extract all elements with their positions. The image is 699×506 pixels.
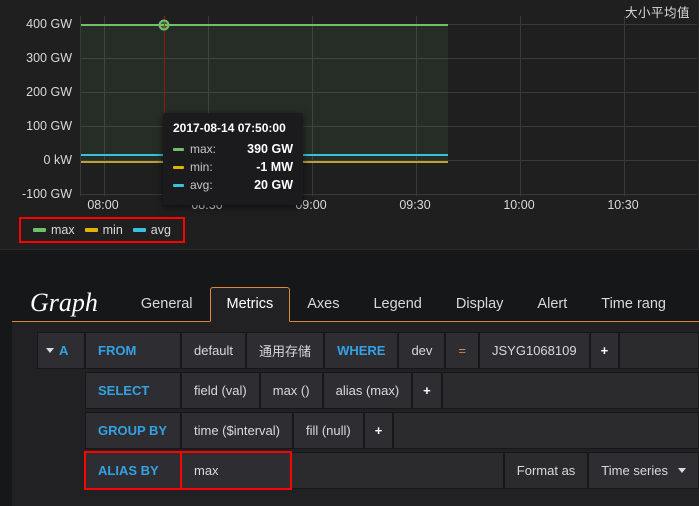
y-tick-label: 200 GW [26, 85, 72, 99]
y-tick-label: 100 GW [26, 119, 72, 133]
alias-row-gutter [37, 452, 85, 489]
groupby-row-gutter [37, 412, 85, 449]
add-groupby-button[interactable]: + [363, 412, 394, 449]
tooltip-series-value: -1 MW [256, 160, 293, 174]
from-row-filler [619, 332, 699, 369]
gridline-vertical [520, 16, 521, 196]
gridline-vertical [624, 16, 625, 196]
query-editor: A FROM default 通用存储 WHERE dev = JSYG1068… [12, 322, 699, 506]
tab-general[interactable]: General [124, 287, 210, 322]
tooltip-row: avg: 20 GW [173, 178, 293, 192]
legend-item-min[interactable]: min [84, 223, 123, 237]
plot-area: 400 GW 300 GW 200 GW 100 GW 0 kW -100 GW [0, 16, 699, 212]
where-value[interactable]: JSYG1068109 [479, 332, 590, 369]
series-color-swatch-icon [173, 165, 184, 169]
where-label: WHERE [324, 332, 399, 369]
query-row-from: A FROM default 通用存储 WHERE dev = JSYG1068… [12, 332, 699, 369]
query-row-groupby: GROUP BY time ($interval) fill (null) + [12, 412, 699, 449]
graph-panel: 大小平均值 400 GW 300 GW 200 GW 100 GW 0 kW -… [0, 0, 699, 250]
alias-row-filler [291, 452, 504, 489]
legend-label: min [102, 223, 123, 237]
series-line-max [81, 24, 448, 26]
y-tick-label: 400 GW [26, 17, 72, 31]
tooltip-timestamp: 2017-08-14 07:50:00 [173, 121, 286, 135]
tooltip-series-label: max: [190, 142, 217, 156]
tab-time-range[interactable]: Time rang [584, 287, 683, 322]
tooltip-row: min: -1 MW [173, 160, 293, 174]
tab-axes[interactable]: Axes [290, 287, 356, 322]
tooltip-series-label: avg: [190, 178, 213, 192]
chart-legend: max min avg [19, 217, 185, 243]
series-color-swatch-icon [33, 228, 46, 232]
legend-item-max[interactable]: max [33, 223, 75, 237]
chevron-down-icon [678, 468, 686, 473]
editor-panel-type-title: Graph [30, 288, 98, 317]
select-field[interactable]: field (val) [181, 372, 260, 409]
tooltip-series-label: min: [190, 160, 213, 174]
y-axis: 400 GW 300 GW 200 GW 100 GW 0 kW -100 GW [0, 16, 78, 201]
series-color-swatch-icon [132, 228, 146, 232]
from-label: FROM [85, 332, 181, 369]
format-as-value: Time series [601, 463, 668, 478]
x-tick-label: 10:00 [503, 198, 535, 212]
x-tick-label: 08:00 [87, 198, 119, 212]
tab-metrics[interactable]: Metrics [209, 287, 291, 322]
where-operator[interactable]: = [445, 332, 480, 369]
query-row-select: SELECT field (val) max () alias (max) + [12, 372, 699, 409]
query-row-alias: ALIAS BY max Format as Time series [12, 451, 699, 490]
from-measurement[interactable]: 通用存储 [246, 332, 325, 369]
legend-label: avg [150, 223, 171, 237]
grafana-panel-editor: 大小平均值 400 GW 300 GW 200 GW 100 GW 0 kW -… [0, 0, 699, 506]
chart-tooltip: 2017-08-14 07:50:00 max: 390 GW min: -1 … [163, 113, 303, 205]
select-function[interactable]: max () [259, 372, 323, 409]
format-as-select[interactable]: Time series [588, 452, 699, 489]
editor-tabs: General Metrics Axes Legend Display Aler… [124, 287, 683, 322]
alias-by-input[interactable]: max [180, 451, 292, 490]
select-alias[interactable]: alias (max) [322, 372, 413, 409]
x-tick-label: 09:30 [399, 198, 431, 212]
hovered-point-marker [158, 19, 170, 31]
series-color-swatch-icon [173, 147, 184, 151]
x-tick-label: 10:30 [607, 198, 639, 212]
groupby-row-filler [393, 412, 699, 449]
groupby-time[interactable]: time ($interval) [181, 412, 293, 449]
format-as-label: Format as [503, 452, 589, 489]
add-where-button[interactable]: + [589, 332, 620, 369]
select-row-filler [441, 372, 699, 409]
alias-by-label: ALIAS BY [84, 451, 182, 490]
select-row-gutter [37, 372, 85, 409]
tooltip-series-value: 20 GW [254, 178, 293, 192]
tab-legend[interactable]: Legend [356, 287, 438, 322]
groupby-label: GROUP BY [85, 412, 181, 449]
add-select-button[interactable]: + [412, 372, 442, 409]
legend-item-avg[interactable]: avg [132, 223, 171, 237]
tooltip-series-value: 390 GW [247, 142, 293, 156]
select-label: SELECT [85, 372, 181, 409]
series-color-swatch-icon [84, 228, 98, 232]
query-ref-id-label: A [59, 343, 69, 358]
panel-editor: Graph General Metrics Axes Legend Displa… [0, 258, 699, 506]
chevron-down-icon [46, 348, 54, 353]
tab-alert[interactable]: Alert [520, 287, 584, 322]
y-tick-label: -100 GW [21, 187, 72, 201]
groupby-fill[interactable]: fill (null) [292, 412, 364, 449]
query-ref-id-toggle[interactable]: A [37, 332, 85, 369]
legend-label: max [51, 223, 75, 237]
series-color-swatch-icon [173, 183, 184, 187]
tab-display[interactable]: Display [439, 287, 521, 322]
from-policy[interactable]: default [181, 332, 247, 369]
where-key[interactable]: dev [398, 332, 446, 369]
y-tick-label: 0 kW [43, 153, 72, 167]
editor-tabs-row: Graph General Metrics Axes Legend Displa… [12, 274, 699, 322]
y-tick-label: 300 GW [26, 51, 72, 65]
tooltip-row: max: 390 GW [173, 142, 293, 156]
